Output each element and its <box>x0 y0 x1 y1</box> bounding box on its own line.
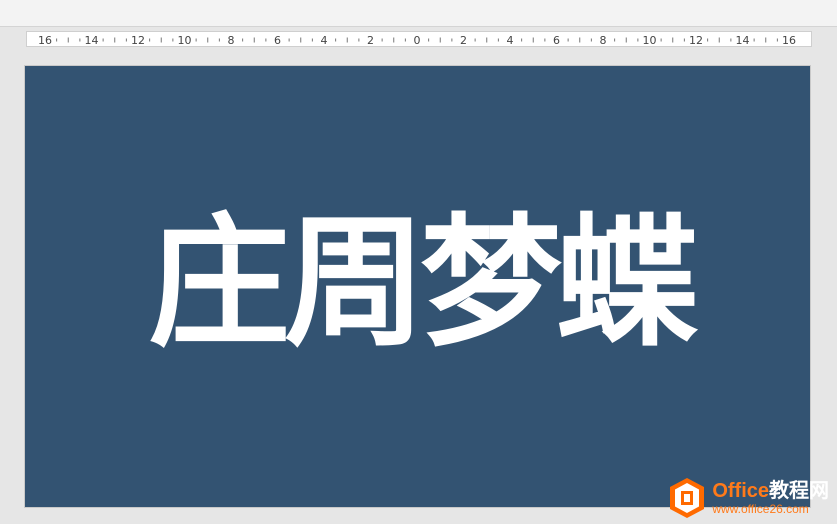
ruler-label: 10 <box>178 34 192 47</box>
watermark-url: www.office26.com <box>712 502 809 516</box>
office-logo-icon <box>670 478 705 518</box>
ruler-label: 4 <box>507 34 514 47</box>
toolbar-strip <box>0 0 837 27</box>
watermark-brand: Office教程网 <box>712 480 829 502</box>
watermark: Office教程网 www.office26.com <box>668 476 829 520</box>
ruler-label: 10 <box>643 34 657 47</box>
horizontal-ruler[interactable]: 16 14 12 10 8 6 4 2 0 2 4 6 8 10 12 14 16 <box>26 31 812 47</box>
ruler-label: 8 <box>228 34 235 47</box>
ruler-label: 6 <box>274 34 281 47</box>
ruler-label: 2 <box>367 34 374 47</box>
ruler-label: 16 <box>782 34 796 47</box>
slide-title-text[interactable]: 庄周梦蝶 <box>125 209 715 359</box>
ruler-ticks: 16 14 12 10 8 6 4 2 0 2 4 6 8 10 12 14 16 <box>38 34 796 47</box>
slide-canvas[interactable]: 庄周梦蝶 <box>24 65 811 508</box>
ruler-label: 2 <box>460 34 467 47</box>
ruler-label: 16 <box>38 34 52 47</box>
ruler-label: 8 <box>600 34 607 47</box>
ruler-label: 12 <box>689 34 703 47</box>
ruler-label: 6 <box>553 34 560 47</box>
ruler-label: 14 <box>736 34 750 47</box>
ruler-label: 0 <box>414 34 421 47</box>
ruler-label: 4 <box>321 34 328 47</box>
ruler-label: 12 <box>131 34 145 47</box>
ruler-label: 14 <box>85 34 99 47</box>
